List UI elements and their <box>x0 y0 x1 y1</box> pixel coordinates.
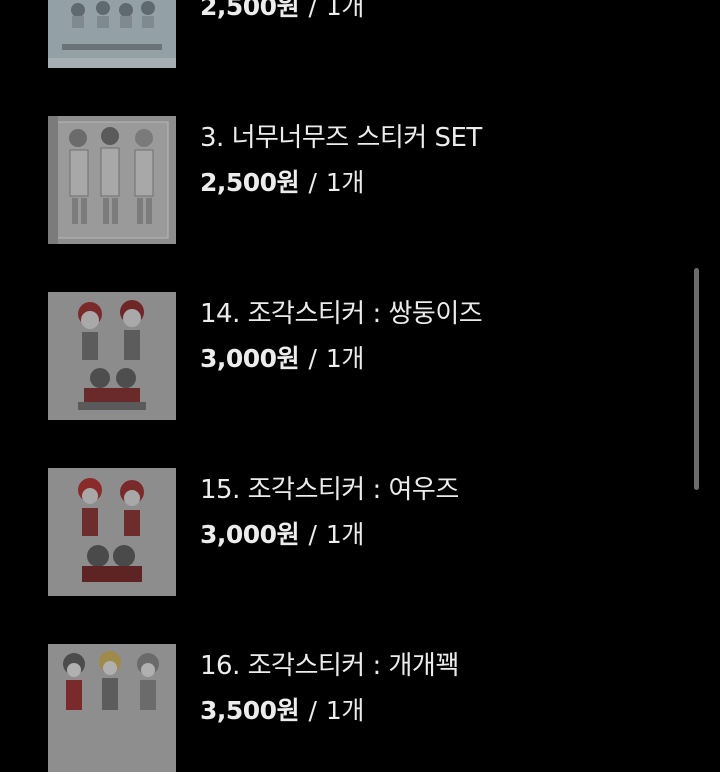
price-separator: / <box>308 344 317 373</box>
product-price: 3,000원 <box>200 344 300 373</box>
price-separator: / <box>308 520 317 549</box>
product-price-line: 2,500원 / 1개 <box>200 0 364 24</box>
product-title: 3. 너무너무즈 스티커 SET <box>200 123 482 153</box>
product-thumbnail[interactable] <box>48 292 176 420</box>
list-item[interactable]: 2,500원 / 1개 <box>0 0 690 68</box>
scrollbar-thumb[interactable] <box>694 268 699 490</box>
price-separator: / <box>308 168 317 197</box>
price-separator: / <box>308 696 317 725</box>
list-item[interactable]: 3. 너무너무즈 스티커 SET 2,500원 / 1개 <box>0 116 690 244</box>
product-thumbnail[interactable] <box>48 116 176 244</box>
product-price-line: 2,500원 / 1개 <box>200 166 364 200</box>
product-price-line: 3,500원 / 1개 <box>200 694 364 728</box>
product-quantity: 1개 <box>325 696 364 725</box>
product-quantity: 1개 <box>325 520 364 549</box>
product-price: 3,000원 <box>200 520 300 549</box>
product-price-line: 3,000원 / 1개 <box>200 342 364 376</box>
list-item[interactable]: 16. 조각스티커 : 개개꽥 3,500원 / 1개 <box>0 644 690 772</box>
list-item[interactable]: 15. 조각스티커 : 여우즈 3,000원 / 1개 <box>0 468 690 596</box>
product-quantity: 1개 <box>325 344 364 373</box>
product-price-line: 3,000원 / 1개 <box>200 518 364 552</box>
list-item[interactable]: 14. 조각스티커 : 쌍둥이즈 3,000원 / 1개 <box>0 292 690 420</box>
product-price: 3,500원 <box>200 696 300 725</box>
product-quantity: 1개 <box>325 0 364 21</box>
product-thumbnail[interactable] <box>48 0 176 68</box>
product-thumbnail[interactable] <box>48 468 176 596</box>
product-list: 2,500원 / 1개 3. 너무너무즈 스티커 SET 2,500원 / 1개… <box>0 0 720 772</box>
product-title: 14. 조각스티커 : 쌍둥이즈 <box>200 299 483 329</box>
price-separator: / <box>308 0 317 21</box>
product-thumbnail[interactable] <box>48 644 176 772</box>
product-title: 15. 조각스티커 : 여우즈 <box>200 475 459 505</box>
product-quantity: 1개 <box>325 168 364 197</box>
product-title: 16. 조각스티커 : 개개꽥 <box>200 651 459 681</box>
product-price: 2,500원 <box>200 0 300 21</box>
product-price: 2,500원 <box>200 168 300 197</box>
